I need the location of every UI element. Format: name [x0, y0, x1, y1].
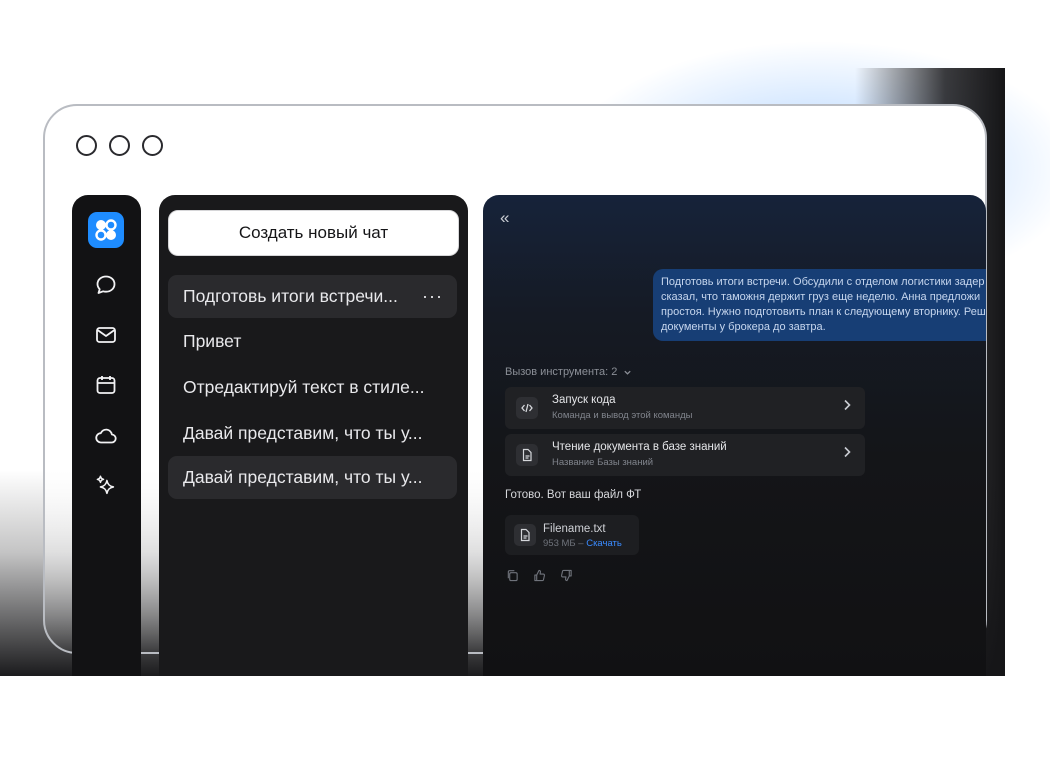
file-name: Filename.txt: [543, 523, 606, 535]
file-size-text: 953 МБ –: [543, 538, 587, 549]
message-actions: [505, 568, 573, 582]
document-icon: [516, 444, 538, 466]
chat-list-item[interactable]: Давай представим, что ты у...: [168, 456, 457, 499]
chevron-down-icon: [624, 370, 631, 375]
chat-title: Привет: [183, 331, 242, 351]
tool-title: Запуск кода: [552, 394, 616, 406]
tool-call-item[interactable]: Чтение документа в базе знаний Название …: [505, 434, 865, 476]
mail-icon[interactable]: [94, 323, 118, 347]
chat-list-item[interactable]: Подготовь итоги встречи... ···: [168, 275, 457, 318]
file-icon: [514, 524, 536, 546]
calendar-icon[interactable]: [94, 373, 118, 397]
window-controls: [76, 135, 163, 156]
window-minimize-button[interactable]: [109, 135, 130, 156]
window-close-button[interactable]: [76, 135, 97, 156]
file-size: 953 МБ – Скачать: [543, 538, 622, 549]
tool-title: Чтение документа в базе знаний: [552, 441, 727, 453]
tool-call-item[interactable]: Запуск кода Команда и вывод этой команды: [505, 387, 865, 429]
chevron-right-icon: [841, 445, 853, 463]
sparkles-icon[interactable]: [94, 474, 118, 498]
assistant-answer-text: Готово. Вот ваш файл ФТ: [505, 489, 642, 501]
tool-calls-toggle[interactable]: Вызов инструмента: 2: [505, 366, 632, 378]
app-logo-icon[interactable]: [88, 212, 124, 248]
more-options-icon[interactable]: ···: [422, 286, 443, 307]
window-maximize-button[interactable]: [142, 135, 163, 156]
file-attachment[interactable]: Filename.txt 953 МБ – Скачать: [505, 515, 639, 555]
chat-list-item[interactable]: Отредактируй текст в стиле...: [168, 366, 457, 409]
sidebar: [72, 195, 141, 676]
chat-title: Отредактируй текст в стиле...: [183, 377, 425, 397]
thumbs-down-icon[interactable]: [559, 568, 573, 582]
chat-list-item[interactable]: Давай представим, что ты у...: [168, 412, 457, 455]
conversation-panel: « Подготовь итоги встречи. Обсудили с от…: [483, 195, 986, 676]
new-chat-button[interactable]: Создать новый чат: [168, 210, 459, 256]
code-icon: [516, 397, 538, 419]
collapse-sidebar-icon[interactable]: «: [500, 208, 509, 228]
copy-icon[interactable]: [505, 568, 519, 582]
chat-title: Давай представим, что ты у...: [183, 423, 423, 443]
cloud-icon[interactable]: [94, 424, 118, 448]
user-message-bubble: Подготовь итоги встречи. Обсудили с отде…: [653, 269, 986, 341]
chat-list-panel: Создать новый чат Подготовь итоги встреч…: [159, 195, 468, 676]
chevron-right-icon: [841, 398, 853, 416]
chat-icon[interactable]: [94, 273, 118, 297]
chat-title: Давай представим, что ты у...: [183, 467, 423, 487]
tool-subtitle: Название Базы знаний: [552, 457, 654, 468]
chat-title: Подготовь итоги встречи...: [183, 286, 398, 306]
download-link[interactable]: Скачать: [586, 538, 622, 549]
tool-subtitle: Команда и вывод этой команды: [552, 410, 693, 421]
thumbs-up-icon[interactable]: [532, 568, 546, 582]
tool-calls-label: Вызов инструмента: 2: [505, 366, 618, 378]
chat-list-item[interactable]: Привет: [168, 320, 457, 363]
